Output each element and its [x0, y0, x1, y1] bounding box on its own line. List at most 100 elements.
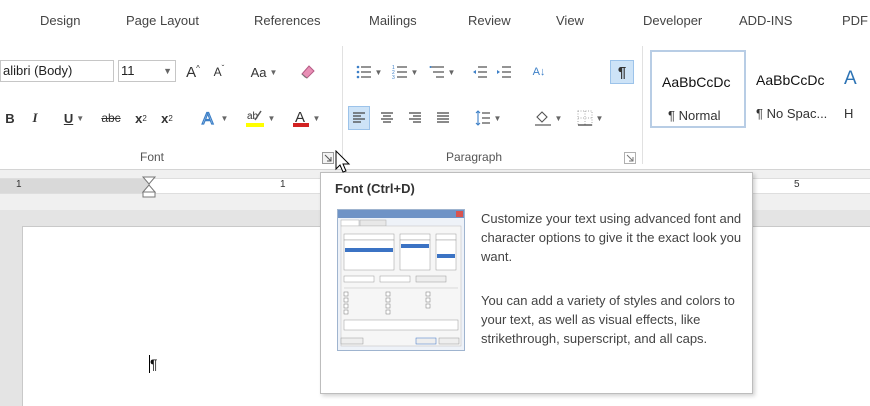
- font-group-label: Font: [140, 150, 165, 164]
- bullets-button[interactable]: ▼: [354, 60, 384, 84]
- chevron-down-icon: ▼: [267, 113, 276, 123]
- tab-page-layout[interactable]: Page Layout: [126, 13, 199, 28]
- justify-icon: [437, 112, 449, 123]
- tooltip-title: Font (Ctrl+D): [335, 181, 415, 196]
- ruler-number: 5: [794, 179, 800, 190]
- group-separator: [642, 46, 643, 164]
- highlight-button[interactable]: ab ▼: [240, 106, 280, 130]
- chevron-down-icon: ▼: [269, 67, 278, 77]
- font-name-combo[interactable]: alibri (Body): [0, 60, 114, 82]
- align-left-button[interactable]: [348, 106, 370, 130]
- chevron-down-icon: ▼: [410, 67, 419, 77]
- show-formatting-marks-button[interactable]: ¶: [610, 60, 634, 84]
- line-spacing-icon: [475, 110, 490, 126]
- shrink-font-label: A: [213, 65, 222, 79]
- tab-pdf[interactable]: PDF: [842, 13, 868, 28]
- bold-button[interactable]: B: [4, 106, 16, 130]
- paragraph-dialog-launcher-icon[interactable]: [624, 152, 636, 164]
- grow-font-button[interactable]: A ^: [182, 60, 204, 84]
- style-normal[interactable]: AaBbCcDc ¶ Normal: [650, 50, 746, 128]
- tab-review[interactable]: Review: [468, 13, 511, 28]
- tab-view[interactable]: View: [556, 13, 584, 28]
- underline-button[interactable]: U ▼: [56, 106, 92, 130]
- borders-button[interactable]: ▼: [572, 106, 608, 130]
- style-sample: A: [844, 68, 857, 89]
- line-spacing-button[interactable]: ▼: [470, 106, 506, 130]
- group-separator: [342, 46, 343, 164]
- italic-icon: I: [32, 110, 38, 125]
- style-sample: AaBbCcDc: [756, 72, 825, 88]
- clear-formatting-button[interactable]: [296, 60, 320, 84]
- justify-button[interactable]: [432, 106, 454, 130]
- subscript-label: x: [135, 110, 143, 126]
- decrease-indent-button[interactable]: [470, 60, 490, 84]
- font-dialog-launcher-icon[interactable]: [322, 152, 334, 164]
- style-name: H: [844, 106, 854, 121]
- chevron-down-icon: ▼: [595, 113, 604, 123]
- chevron-down-icon: ▼: [447, 67, 456, 77]
- shading-button[interactable]: ▼: [530, 106, 566, 130]
- align-right-button[interactable]: [404, 106, 426, 130]
- ruler-number: 1: [280, 179, 286, 190]
- chevron-down-icon: ▼: [374, 67, 383, 77]
- align-center-icon: [381, 112, 393, 123]
- caret-up-icon: ^: [196, 63, 200, 73]
- underline-icon: U: [63, 110, 74, 126]
- svg-text:A: A: [202, 109, 214, 127]
- strikethrough-label: abc: [101, 111, 121, 125]
- chevron-down-icon: ▼: [220, 113, 229, 123]
- align-center-button[interactable]: [376, 106, 398, 130]
- superscript-mark: 2: [168, 113, 173, 123]
- change-case-button[interactable]: Aa ▼: [244, 60, 284, 84]
- style-name: ¶ Normal: [668, 108, 721, 123]
- bullets-icon: [356, 65, 371, 79]
- shrink-font-button[interactable]: Aˇ: [208, 60, 230, 84]
- decrease-indent-icon: [473, 66, 487, 78]
- tooltip-description-more: You can add a variety of styles and colo…: [481, 293, 735, 346]
- superscript-button[interactable]: x2: [156, 106, 178, 130]
- tab-developer[interactable]: Developer: [643, 13, 702, 28]
- style-no-spacing[interactable]: AaBbCcDc ¶ No Spac...: [748, 50, 834, 128]
- align-left-icon: [353, 112, 365, 123]
- numbering-icon: 123: [392, 65, 407, 80]
- font-dialog-preview: [337, 209, 465, 351]
- subscript-mark: 2: [142, 113, 147, 123]
- text-caret: [149, 355, 150, 373]
- style-sample: AaBbCcDc: [662, 74, 731, 90]
- text-effects-button[interactable]: A ▼: [194, 106, 234, 130]
- ribbon-tabs: Design Page Layout References Mailings R…: [0, 0, 870, 40]
- increase-indent-button[interactable]: [494, 60, 514, 84]
- chevron-down-icon: ▼: [493, 113, 502, 123]
- borders-icon: [577, 110, 593, 126]
- font-size-combo[interactable]: 11 ▼: [118, 60, 176, 82]
- numbering-button[interactable]: 123 ▼: [390, 60, 420, 84]
- sort-label: A↓: [532, 66, 546, 78]
- sort-button[interactable]: A↓: [528, 60, 550, 84]
- tab-mailings[interactable]: Mailings: [369, 13, 417, 28]
- style-heading-1[interactable]: A H: [836, 50, 870, 128]
- font-color-button[interactable]: A ▼: [286, 106, 326, 130]
- caret-down-icon: ˇ: [221, 63, 225, 73]
- pilcrow-label: ¶: [617, 63, 627, 81]
- tab-references[interactable]: References: [254, 13, 320, 28]
- grow-font-label: A: [186, 63, 197, 81]
- styles-gallery: AaBbCcDc ¶ Normal AaBbCcDc ¶ No Spac... …: [648, 50, 870, 128]
- increase-indent-icon: [497, 66, 511, 78]
- font-tooltip: Font (Ctrl+D) Customize your text using …: [320, 172, 753, 394]
- strikethrough-button[interactable]: abc: [96, 106, 126, 130]
- indent-marker-icon[interactable]: [142, 176, 156, 198]
- tab-design[interactable]: Design: [40, 13, 80, 28]
- tooltip-description: Customize your text using advanced font …: [481, 211, 742, 264]
- mouse-pointer-icon: [335, 150, 351, 173]
- chevron-down-icon: ▼: [163, 66, 172, 76]
- chevron-down-icon: ▼: [76, 113, 85, 123]
- chevron-down-icon: ▼: [312, 113, 321, 123]
- font-name-value: alibri (Body): [3, 63, 73, 78]
- subscript-button[interactable]: x2: [130, 106, 152, 130]
- paint-bucket-icon: [534, 111, 551, 126]
- multilevel-list-button[interactable]: ▼: [426, 60, 458, 84]
- tab-add-ins[interactable]: ADD-INS: [739, 13, 792, 28]
- italic-button[interactable]: I: [26, 106, 44, 130]
- dialog-thumbnail-icon: [338, 210, 464, 347]
- highlighter-icon: ab: [245, 110, 264, 127]
